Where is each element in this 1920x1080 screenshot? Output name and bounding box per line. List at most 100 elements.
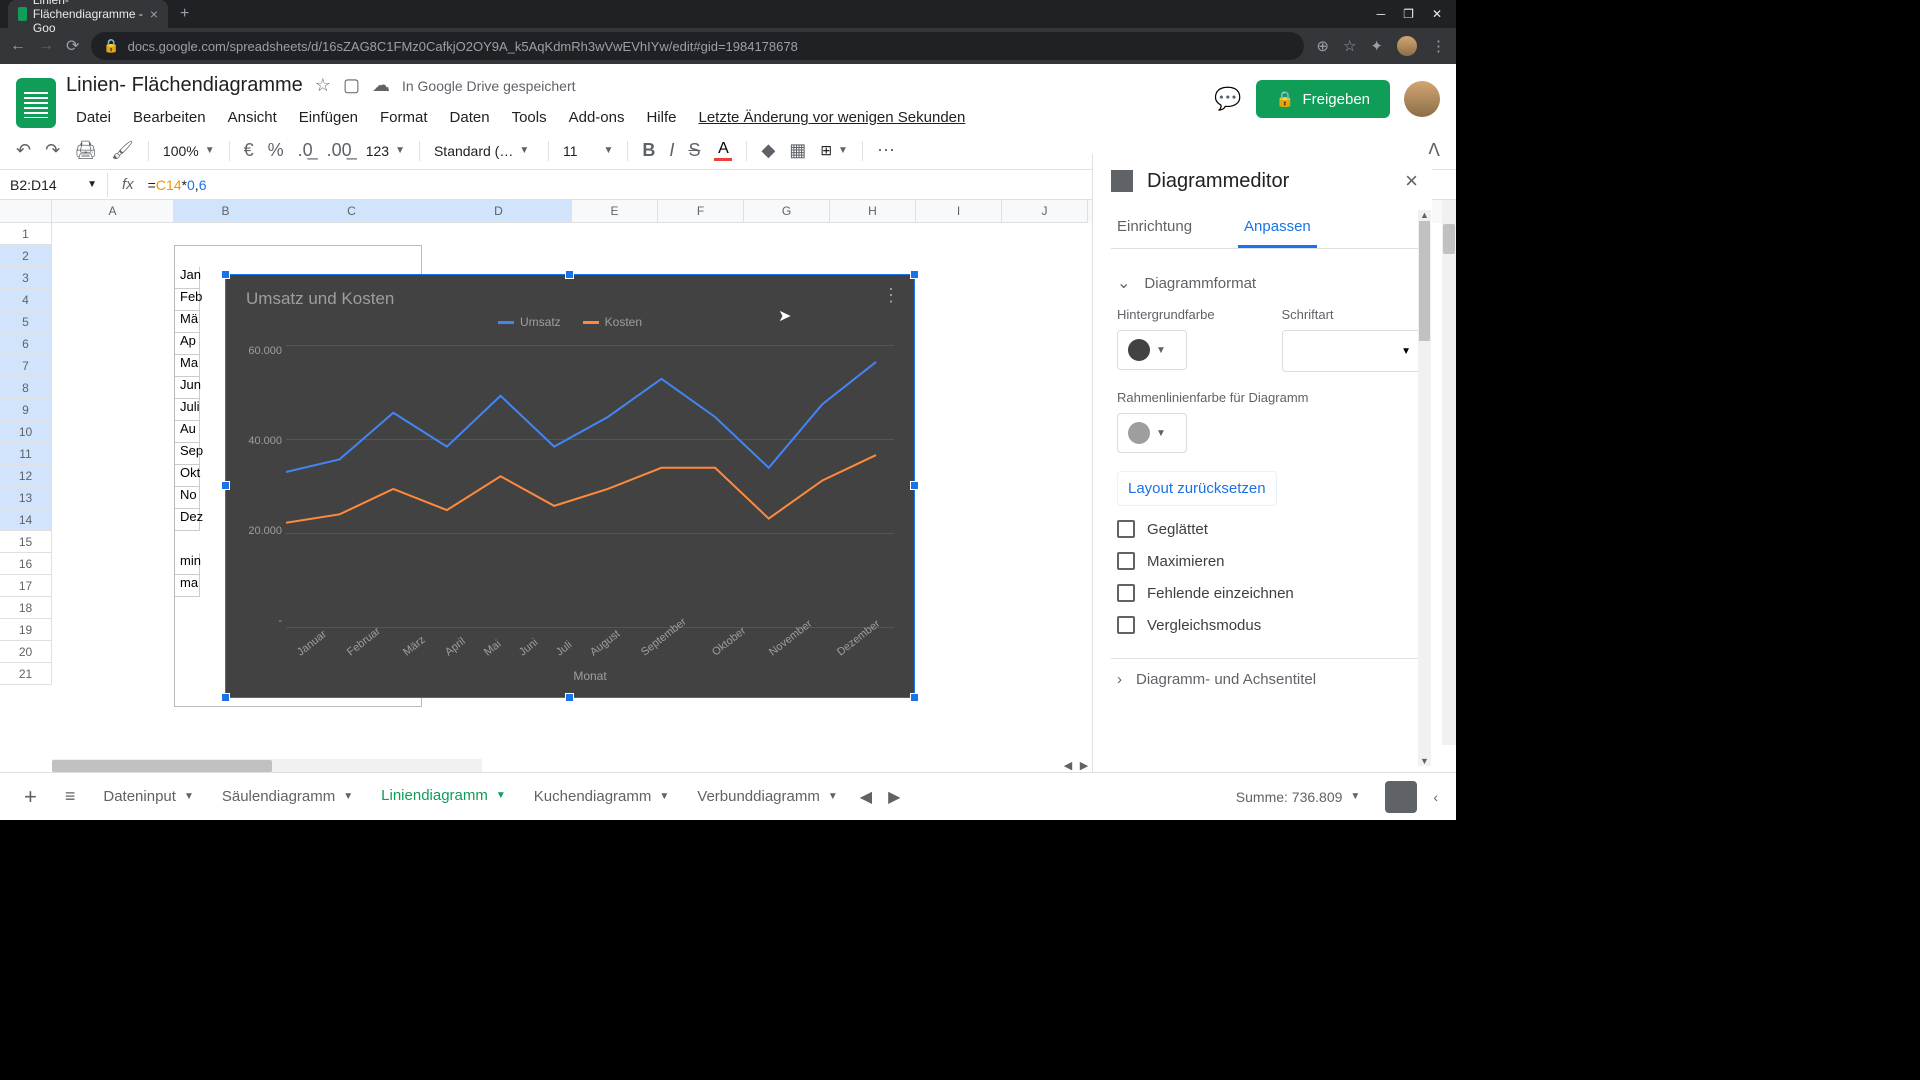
row-head[interactable]: 7 xyxy=(0,355,52,377)
row-head[interactable]: 19 xyxy=(0,619,52,641)
sheet-tab[interactable]: Kuchendiagramm▼ xyxy=(520,775,683,819)
row-head[interactable]: 8 xyxy=(0,377,52,399)
row-head[interactable]: 16 xyxy=(0,553,52,575)
row-head[interactable]: 1 xyxy=(0,223,52,245)
sheet-tab[interactable]: Dateninput▼ xyxy=(89,775,207,819)
sheet-tab[interactable]: Säulendiagramm▼ xyxy=(208,775,367,819)
percent-icon[interactable]: % xyxy=(268,140,284,161)
menu-datei[interactable]: Datei xyxy=(66,103,121,132)
tab-nav-right-icon[interactable]: ▶ xyxy=(880,787,908,807)
embedded-chart[interactable]: Umsatz und Kosten ⋮ UmsatzKosten 60.0004… xyxy=(225,274,915,698)
italic-icon[interactable]: I xyxy=(669,140,674,161)
col-head[interactable]: I xyxy=(916,200,1002,223)
row-head[interactable]: 17 xyxy=(0,575,52,597)
zoom-select[interactable]: 100%▼ xyxy=(163,143,215,159)
row-head[interactable]: 15 xyxy=(0,531,52,553)
font-size-select[interactable]: 11▼ xyxy=(563,143,613,159)
last-edit-link[interactable]: Letzte Änderung vor wenigen Sekunden xyxy=(688,103,975,132)
formula-input[interactable]: =C14*0,6 xyxy=(148,177,207,193)
tab-nav-left-icon[interactable]: ◀ xyxy=(852,787,880,807)
col-head[interactable]: C xyxy=(278,200,426,223)
row-head[interactable]: 4 xyxy=(0,289,52,311)
row-head[interactable]: 3 xyxy=(0,267,52,289)
section-chart-titles[interactable]: › Diagramm- und Achsentitel xyxy=(1111,658,1428,700)
explore-icon[interactable] xyxy=(1385,781,1417,813)
document-title[interactable]: Linien- Flächendiagramme xyxy=(66,74,303,97)
scroll-left-icon[interactable]: ◀ xyxy=(1060,759,1076,772)
sheets-logo-icon[interactable] xyxy=(16,78,56,128)
paint-format-icon[interactable]: 🖌 xyxy=(111,140,134,161)
checkbox-option[interactable]: Maximieren xyxy=(1117,552,1422,570)
horizontal-scrollbar[interactable] xyxy=(52,759,482,772)
close-window-icon[interactable]: ✕ xyxy=(1432,7,1442,21)
row-head[interactable]: 14 xyxy=(0,509,52,531)
checkbox-option[interactable]: Vergleichsmodus xyxy=(1117,616,1422,634)
resize-handle-sw[interactable] xyxy=(221,693,230,702)
comments-icon[interactable]: 💬 xyxy=(1214,86,1241,112)
col-head[interactable]: A xyxy=(52,200,174,223)
menu-tools[interactable]: Tools xyxy=(502,103,557,132)
share-button[interactable]: 🔒 Freigeben xyxy=(1256,80,1390,118)
row-head[interactable]: 2 xyxy=(0,245,52,267)
chart-font-select[interactable]: ▼ xyxy=(1282,330,1423,372)
checkbox-option[interactable]: Geglättet xyxy=(1117,520,1422,538)
strikethrough-icon[interactable]: S xyxy=(688,140,700,161)
col-head[interactable]: D xyxy=(426,200,572,223)
col-head[interactable]: B xyxy=(174,200,278,223)
tab-setup[interactable]: Einrichtung xyxy=(1111,208,1198,248)
reload-icon[interactable]: ⟳ xyxy=(66,36,79,56)
row-head[interactable]: 5 xyxy=(0,311,52,333)
resize-handle-n[interactable] xyxy=(565,270,574,279)
border-color-picker[interactable]: ▼ xyxy=(1117,413,1187,453)
browser-menu-icon[interactable]: ⋮ xyxy=(1431,37,1446,55)
account-avatar-icon[interactable] xyxy=(1404,81,1440,117)
star-icon[interactable]: ☆ xyxy=(315,75,331,96)
resize-handle-ne[interactable] xyxy=(910,270,919,279)
sidebar-scrollbar[interactable]: ▲ ▼ xyxy=(1418,210,1431,766)
borders-icon[interactable]: ▦ xyxy=(789,140,806,161)
chart-menu-icon[interactable]: ⋮ xyxy=(882,285,900,306)
row-head[interactable]: 21 xyxy=(0,663,52,685)
col-head[interactable]: H xyxy=(830,200,916,223)
row-head[interactable]: 13 xyxy=(0,487,52,509)
col-head[interactable]: J xyxy=(1002,200,1088,223)
row-head[interactable]: 6 xyxy=(0,333,52,355)
col-head[interactable]: G xyxy=(744,200,830,223)
format-select[interactable]: 123▼ xyxy=(366,143,405,159)
close-sidebar-icon[interactable]: × xyxy=(1405,168,1418,194)
close-tab-icon[interactable]: × xyxy=(150,6,158,22)
address-bar[interactable]: 🔒 docs.google.com/spreadsheets/d/16sZAG8… xyxy=(91,32,1304,60)
row-head[interactable]: 18 xyxy=(0,597,52,619)
profile-avatar-icon[interactable] xyxy=(1397,36,1417,56)
resize-handle-se[interactable] xyxy=(910,693,919,702)
reset-layout-button[interactable]: Layout zurücksetzen xyxy=(1117,471,1277,506)
menu-ansicht[interactable]: Ansicht xyxy=(218,103,287,132)
forward-icon[interactable]: → xyxy=(38,37,54,55)
row-head[interactable]: 10 xyxy=(0,421,52,443)
col-head[interactable]: E xyxy=(572,200,658,223)
undo-icon[interactable]: ↶ xyxy=(16,140,31,161)
minimize-icon[interactable]: ─ xyxy=(1377,7,1386,21)
section-chart-style[interactable]: ⌄ Diagrammformat xyxy=(1117,273,1422,293)
bold-icon[interactable]: B xyxy=(642,140,655,161)
print-icon[interactable]: 🖨 xyxy=(74,140,97,161)
menu-add-ons[interactable]: Add-ons xyxy=(559,103,635,132)
row-head[interactable]: 12 xyxy=(0,465,52,487)
browser-tab[interactable]: Linien- Flächendiagramme - Goo × xyxy=(8,0,168,28)
font-family-select[interactable]: Standard (…▼ xyxy=(434,143,534,159)
back-icon[interactable]: ← xyxy=(10,37,26,55)
more-icon[interactable]: ⋯ xyxy=(877,140,895,161)
menu-format[interactable]: Format xyxy=(370,103,438,132)
menu-hilfe[interactable]: Hilfe xyxy=(636,103,686,132)
fill-color-icon[interactable]: ◆ xyxy=(761,140,775,161)
bg-color-picker[interactable]: ▼ xyxy=(1117,330,1187,370)
merge-icon[interactable]: ⊞▼ xyxy=(820,142,848,159)
vertical-scrollbar[interactable] xyxy=(1442,200,1456,745)
side-panel-toggle-icon[interactable]: ‹ xyxy=(1425,789,1446,805)
extensions-icon[interactable]: ✦ xyxy=(1370,37,1383,55)
resize-handle-nw[interactable] xyxy=(221,270,230,279)
add-sheet-icon[interactable]: + xyxy=(10,784,51,810)
row-head[interactable]: 20 xyxy=(0,641,52,663)
currency-icon[interactable]: € xyxy=(244,140,254,161)
row-head[interactable]: 11 xyxy=(0,443,52,465)
